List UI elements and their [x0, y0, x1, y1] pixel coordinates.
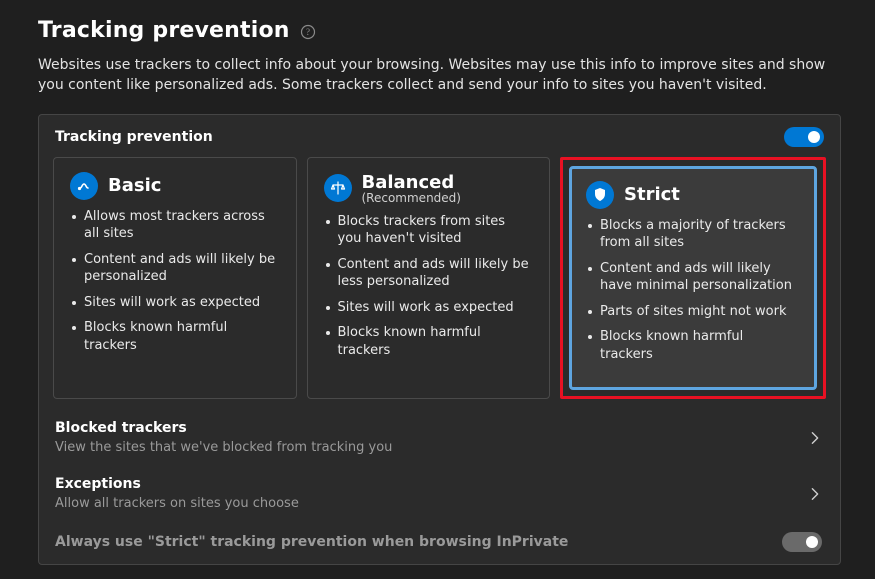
feature-item: Blocks known harmful trackers — [324, 324, 534, 359]
strict-highlight-frame: Strict Blocks a majority of trackers fro… — [560, 157, 826, 400]
svg-text:?: ? — [306, 27, 310, 37]
page-title: Tracking prevention — [38, 18, 290, 43]
row-exceptions[interactable]: Exceptions Allow all trackers on sites y… — [53, 461, 826, 515]
feature-item: Blocks a majority of trackers from all s… — [586, 217, 800, 252]
feature-item: Blocks trackers from sites you haven't v… — [324, 213, 534, 248]
balanced-icon — [324, 174, 352, 202]
chevron-right-icon — [808, 431, 822, 445]
inprivate-toggle[interactable] — [782, 532, 822, 552]
row-desc: Allow all trackers on sites you choose — [55, 496, 299, 511]
tracking-toggle[interactable] — [784, 127, 824, 147]
card-title: Basic — [108, 175, 161, 196]
basic-icon — [70, 172, 98, 200]
feature-item: Sites will work as expected — [70, 294, 280, 312]
row-blocked-trackers[interactable]: Blocked trackers View the sites that we'… — [53, 405, 826, 459]
row-inprivate-strict[interactable]: Always use "Strict" tracking prevention … — [53, 517, 826, 564]
card-title: Strict — [624, 184, 680, 205]
card-balanced[interactable]: Balanced (Recommended) Blocks trackers f… — [307, 157, 551, 400]
row-label: Blocked trackers — [55, 420, 392, 436]
help-icon[interactable]: ? — [300, 24, 316, 40]
tracking-panel: Tracking prevention Basic Allows most tr… — [38, 114, 841, 566]
panel-title: Tracking prevention — [55, 129, 213, 145]
feature-item: Parts of sites might not work — [586, 303, 800, 321]
feature-item: Content and ads will likely have minimal… — [586, 260, 800, 295]
feature-item: Content and ads will likely be less pers… — [324, 256, 534, 291]
chevron-right-icon — [808, 487, 822, 501]
feature-item: Allows most trackers across all sites — [70, 208, 280, 243]
row-label: Exceptions — [55, 476, 299, 492]
page-subtitle: Websites use trackers to collect info ab… — [38, 55, 828, 96]
card-title: Balanced — [362, 172, 461, 193]
feature-item: Sites will work as expected — [324, 299, 534, 317]
strict-icon — [586, 181, 614, 209]
card-subtitle: (Recommended) — [362, 191, 461, 205]
feature-item: Blocks known harmful trackers — [70, 319, 280, 354]
feature-item: Blocks known harmful trackers — [586, 328, 800, 363]
feature-item: Content and ads will likely be personali… — [70, 251, 280, 286]
card-strict[interactable]: Strict Blocks a majority of trackers fro… — [569, 166, 817, 391]
card-basic[interactable]: Basic Allows most trackers across all si… — [53, 157, 297, 400]
row-desc: View the sites that we've blocked from t… — [55, 440, 392, 455]
